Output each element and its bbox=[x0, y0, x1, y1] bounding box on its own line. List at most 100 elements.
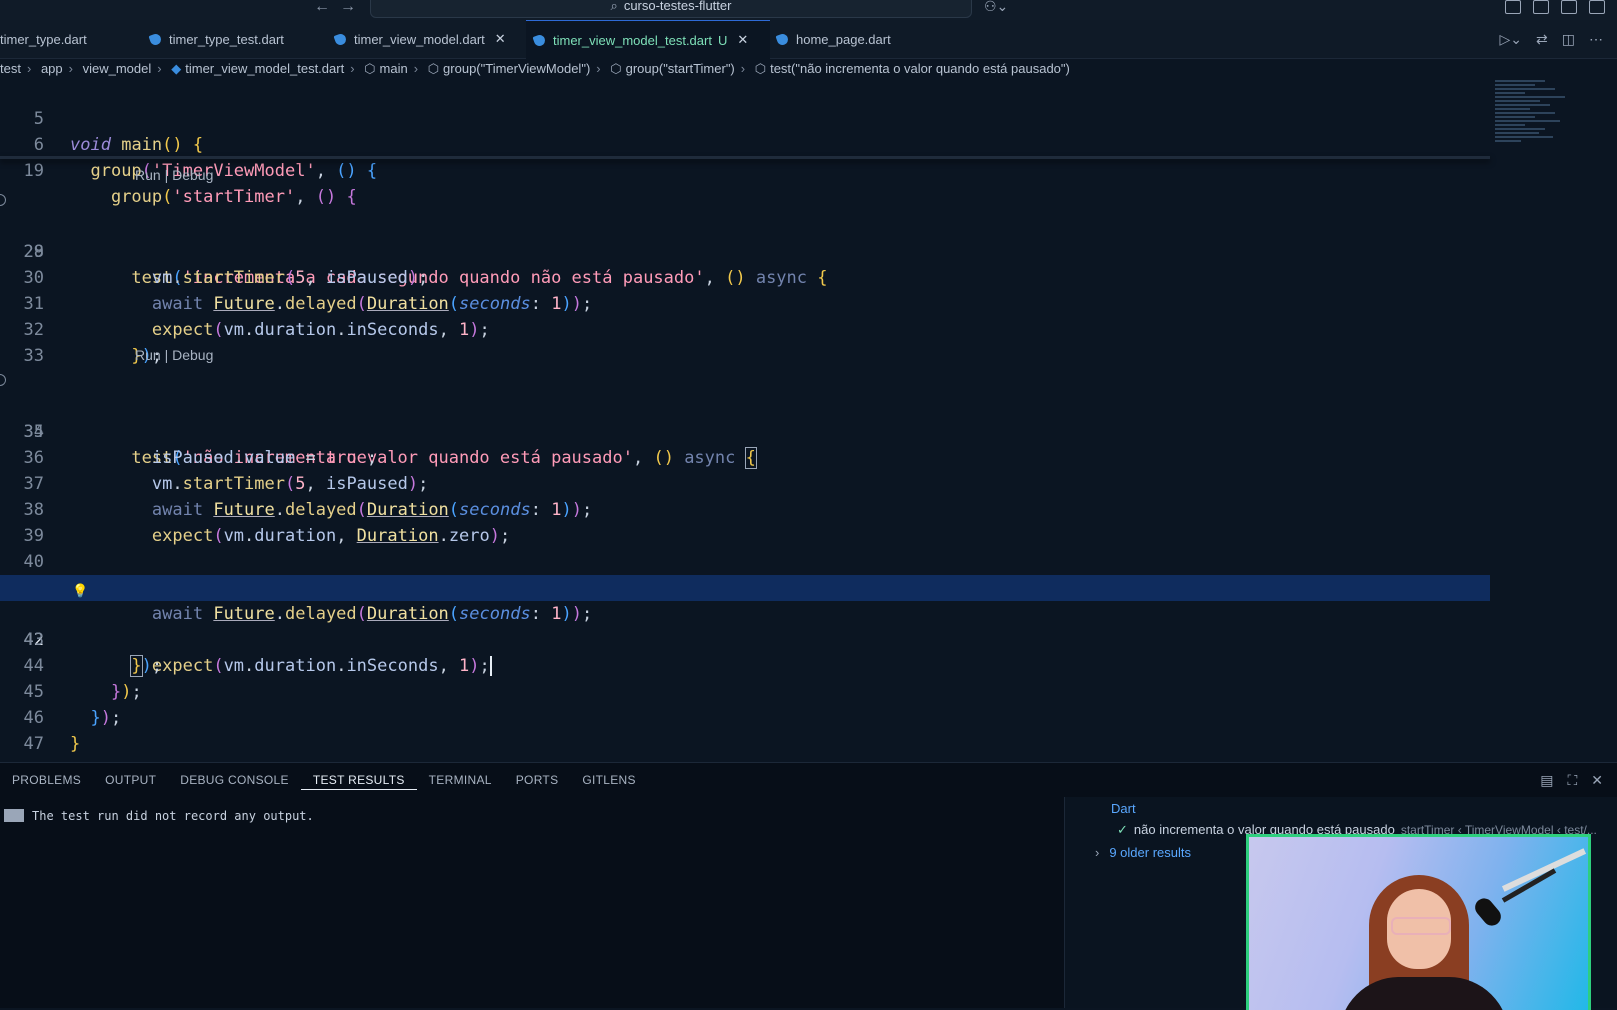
tab-timer-type-test[interactable]: timer_type_test.dart bbox=[148, 20, 320, 58]
breadcrumb-item[interactable]: view_model bbox=[83, 61, 152, 76]
results-group-header[interactable]: Dart bbox=[1111, 801, 1136, 816]
code-line: 46 } bbox=[0, 679, 1490, 754]
toggle-secondary-sidebar-icon[interactable] bbox=[1589, 0, 1605, 14]
toggle-sidebar-icon[interactable] bbox=[1533, 0, 1549, 14]
close-icon[interactable]: ✕ bbox=[495, 31, 506, 47]
workspace-name: curso-testes-flutter bbox=[623, 0, 732, 13]
tab-debug-console[interactable]: DEBUG CONSOLE bbox=[168, 763, 301, 797]
tab-test-results[interactable]: TEST RESULTS bbox=[300, 763, 417, 790]
code-line: 28 test('incrementa a cada segundo quand… bbox=[0, 187, 1490, 288]
breadcrumb-item[interactable]: group("startTimer") bbox=[626, 61, 735, 76]
tab-label: timer_type.dart bbox=[0, 31, 87, 47]
code-line: 30 await Future.delayed(Duration(seconds… bbox=[0, 239, 1490, 314]
tab-ports[interactable]: PORTS bbox=[504, 763, 571, 797]
test-status-icon[interactable] bbox=[0, 374, 6, 386]
title-bar: ←→ ⌕ curso-testes-flutter ⚇⌄ bbox=[0, 0, 1617, 20]
code-line: 37 await Future.delayed(Duration(seconds… bbox=[0, 445, 1490, 520]
tab-label: timer_view_model_test.dart bbox=[553, 32, 712, 48]
microphone-icon bbox=[1471, 894, 1505, 930]
layout-controls bbox=[1505, 0, 1605, 14]
maximize-icon[interactable]: ⛶ bbox=[1567, 772, 1577, 789]
current-line: 💡 42 expect(vm.duration.inSeconds, 1); bbox=[0, 575, 1490, 676]
info-icon bbox=[4, 809, 24, 822]
code-line: 19 group('startTimer', () { bbox=[0, 132, 1490, 207]
code-line: 47 bbox=[0, 705, 1490, 754]
dart-file-icon bbox=[532, 32, 547, 48]
older-results[interactable]: › 9 older results bbox=[1095, 845, 1191, 860]
copilot-icon[interactable]: ⚇⌄ bbox=[984, 0, 1008, 15]
clear-icon[interactable]: ▤ bbox=[1540, 772, 1553, 789]
code-line: 29 vm.startTimer(5, isPaused); bbox=[0, 213, 1490, 288]
code-line: 5 void main() { bbox=[0, 80, 1490, 155]
run-icon[interactable]: ▷⌄ bbox=[1500, 31, 1523, 48]
line-number: 47 bbox=[23, 734, 44, 754]
symbol-icon: ⬡ bbox=[364, 61, 376, 76]
line-number: 33 bbox=[23, 346, 44, 366]
code-token: group bbox=[90, 161, 142, 181]
tab-label: timer_type_test.dart bbox=[169, 31, 284, 47]
breadcrumb-item[interactable]: main bbox=[380, 61, 408, 76]
tab-label: timer_view_model.dart bbox=[354, 31, 485, 47]
tab-terminal[interactable]: TERMINAL bbox=[417, 763, 504, 797]
breadcrumb-item[interactable]: timer_view_model_test.dart bbox=[185, 61, 344, 76]
breadcrumb-item[interactable]: test("não incrementa o valor quando está… bbox=[770, 61, 1070, 76]
customize-layout-icon[interactable] bbox=[1505, 0, 1521, 14]
compare-icon[interactable]: ⇄ bbox=[1536, 31, 1548, 48]
breadcrumb-item[interactable]: test bbox=[0, 61, 21, 76]
output-message: The test run did not record any output. bbox=[32, 809, 314, 823]
editor-actions: ▷⌄ ⇄ ◫ ⋯ bbox=[1500, 31, 1603, 48]
dart-file-icon bbox=[148, 31, 163, 47]
code-line: 35 isPaused.value = true; bbox=[0, 393, 1490, 468]
test-status-icon[interactable] bbox=[0, 194, 6, 206]
tab-timer-type[interactable]: timer_type.dart bbox=[0, 20, 140, 58]
search-icon: ⌕ bbox=[610, 0, 618, 13]
dart-file-icon bbox=[775, 31, 790, 47]
check-circle-icon: ✓ bbox=[1117, 822, 1128, 837]
test-output: The test run did not record any output. bbox=[4, 809, 314, 823]
modified-badge: U bbox=[717, 32, 728, 48]
command-center-search[interactable]: ⌕ curso-testes-flutter bbox=[370, 0, 972, 18]
breadcrumb-item[interactable]: group("TimerViewModel") bbox=[443, 61, 590, 76]
minimap[interactable] bbox=[1495, 78, 1575, 168]
breadcrumb: test › app › view_model › ◆ timer_view_model… bbox=[0, 61, 1070, 76]
nav-arrows[interactable]: ←→ bbox=[314, 0, 366, 16]
code-line: 31 expect(vm.duration.inSeconds, 1); bbox=[0, 265, 1490, 340]
editor-tabs: timer_type.dart timer_type_test.dart tim… bbox=[0, 20, 1617, 59]
tab-label: home_page.dart bbox=[796, 31, 891, 47]
code-line: 43 }); bbox=[0, 601, 1490, 677]
code-line: 32 }); bbox=[0, 291, 1490, 366]
tab-timer-view-model-test[interactable]: timer_view_model_test.dart U ✕ bbox=[526, 20, 770, 59]
symbol-icon: ⬡ bbox=[754, 61, 767, 76]
code-line: 41 await Future.delayed(Duration(seconds… bbox=[0, 549, 1490, 624]
panel-tabs: PROBLEMS OUTPUT DEBUG CONSOLE TEST RESUL… bbox=[0, 763, 1617, 797]
tab-gitlens[interactable]: GITLENS bbox=[570, 763, 647, 797]
dart-file-icon: ◆ bbox=[171, 61, 182, 76]
presenter-shirt bbox=[1339, 977, 1509, 1010]
tab-timer-view-model[interactable]: timer_view_model.dart ✕ bbox=[333, 20, 525, 58]
code-line: 44 }); bbox=[0, 627, 1490, 702]
presenter-glasses bbox=[1391, 917, 1451, 935]
older-results-label: 9 older results bbox=[1109, 845, 1191, 860]
breadcrumb-item[interactable]: app bbox=[41, 61, 63, 76]
webcam-overlay bbox=[1246, 834, 1591, 1010]
code-line: 38 expect(vm.duration, Duration.zero); bbox=[0, 471, 1490, 546]
split-editor-icon[interactable]: ◫ bbox=[1562, 31, 1575, 48]
code-line: 40 isPaused.value = false; bbox=[0, 523, 1490, 598]
close-icon[interactable]: ✕ bbox=[737, 32, 748, 48]
code-line: 6 group('TimerViewModel', () { bbox=[0, 106, 1490, 181]
toggle-panel-icon[interactable] bbox=[1561, 0, 1577, 14]
code-line: 33 bbox=[0, 317, 1490, 366]
code-editor[interactable]: 5 void main() { 6 group('TimerViewModel'… bbox=[0, 80, 1490, 762]
code-line: 34 test('não incrementa o valor quando e… bbox=[0, 367, 1490, 469]
close-icon[interactable]: ✕ bbox=[1591, 772, 1603, 789]
tab-home-page[interactable]: home_page.dart bbox=[775, 20, 927, 58]
line-number: 19 bbox=[23, 161, 44, 181]
more-icon[interactable]: ⋯ bbox=[1589, 31, 1603, 48]
tab-problems[interactable]: PROBLEMS bbox=[0, 763, 93, 797]
symbol-icon: ⬡ bbox=[610, 61, 622, 76]
codelens-run-debug[interactable]: Run | Debug bbox=[135, 164, 213, 186]
code-line: 39 bbox=[0, 497, 1490, 546]
codelens-run-debug[interactable]: Run | Debug bbox=[135, 344, 213, 366]
tab-output[interactable]: OUTPUT bbox=[93, 763, 168, 797]
chevron-right-icon: › bbox=[1095, 845, 1100, 860]
